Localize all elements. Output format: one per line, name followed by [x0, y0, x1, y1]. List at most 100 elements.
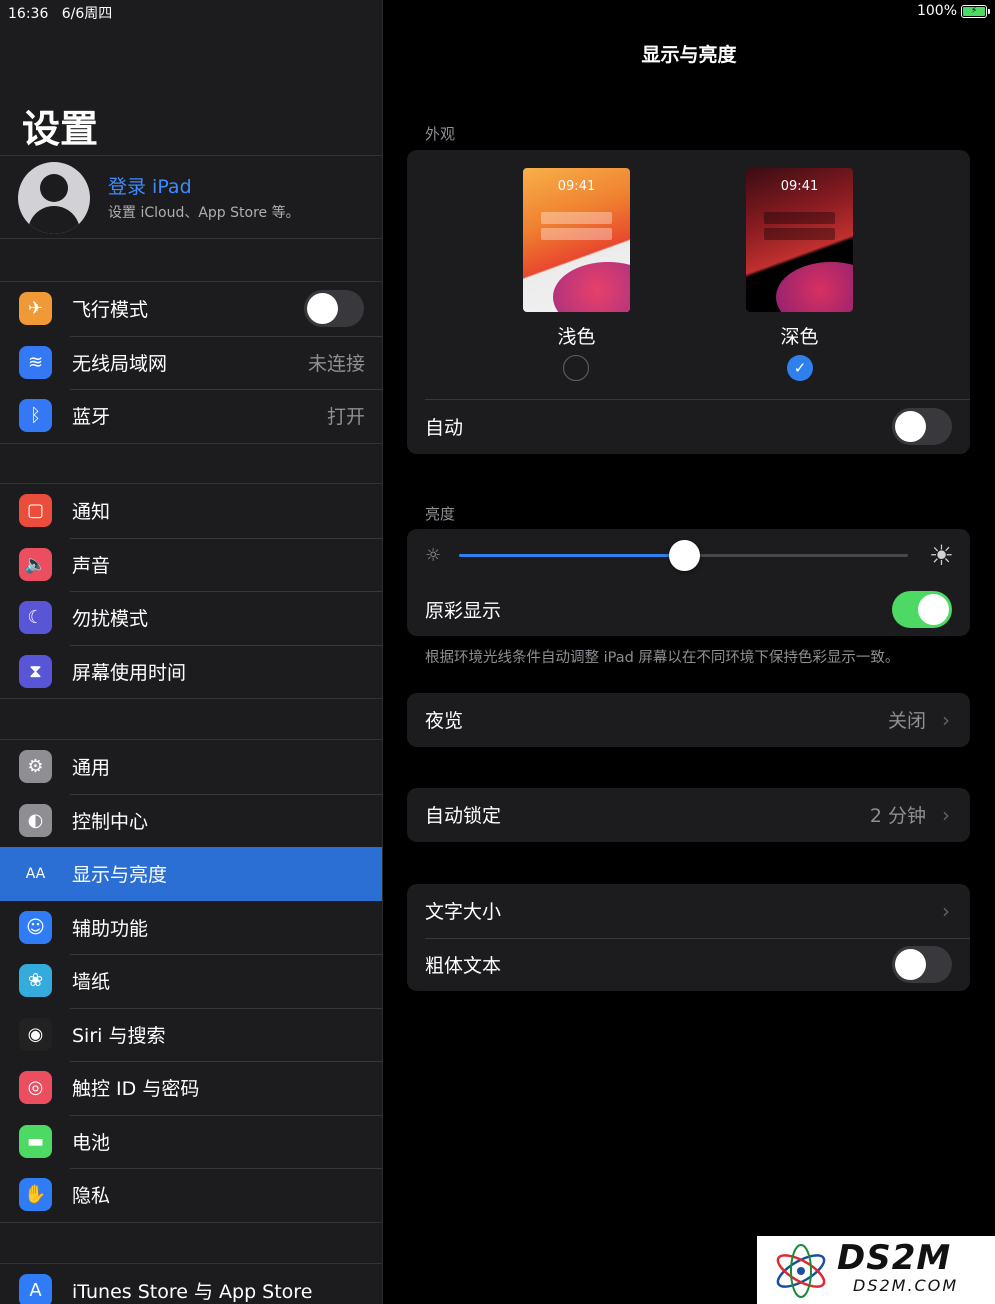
sidebar-item[interactable]: ✋ 隐私	[0, 1168, 382, 1222]
account-row[interactable]: 登录 iPad 设置 iCloud、App Store 等。	[0, 155, 382, 239]
atom-logo-icon	[776, 1244, 826, 1298]
settings-sidebar: 16:36 6/6周四 设置 登录 iPad 设置 iCloud、App Sto…	[0, 0, 383, 1304]
sidebar-item-label: 通用	[72, 757, 111, 780]
night-shift-card[interactable]: 夜览 关闭 ›	[407, 693, 970, 747]
light-preview-time: 09:41	[557, 179, 596, 194]
sidebar-item-label: 声音	[72, 554, 111, 577]
switches-icon: ◐	[19, 803, 52, 837]
wifi-icon: ≋	[19, 345, 52, 379]
night-shift-value: 关闭	[887, 710, 926, 733]
sidebar-item[interactable]: ⧗ 屏幕使用时间	[0, 644, 382, 699]
dark-radio-checked[interactable]: ✓	[787, 355, 813, 381]
true-tone-label: 原彩显示	[425, 599, 502, 622]
sun-small-icon: ☼	[425, 545, 442, 566]
chevron-right-icon: ›	[942, 898, 950, 923]
auto-lock-row[interactable]: 自动锁定 2 分钟 ›	[407, 788, 970, 842]
sidebar-item-label: 无线局域网	[72, 352, 168, 375]
sidebar-group-connectivity: ✈ 飞行模式 ≋ 无线局域网 未连接 ᛒ 蓝牙 打开	[0, 281, 382, 444]
sidebar-item-label: 电池	[72, 1131, 111, 1154]
sidebar-item-label: 飞行模式	[72, 299, 149, 322]
sidebar-title: 设置	[22, 107, 99, 151]
appearance-header: 外观	[425, 125, 456, 143]
night-shift-row[interactable]: 夜览 关闭 ›	[407, 693, 970, 747]
sidebar-item[interactable]: ☺ 辅助功能	[0, 901, 382, 955]
sidebar-item[interactable]: ᛒ 蓝牙 打开	[0, 389, 382, 443]
sound-icon: 🔈	[19, 547, 52, 581]
sidebar-item[interactable]: ◐ 控制中心	[0, 793, 382, 848]
bluetooth-icon: ᛒ	[19, 399, 52, 433]
brightness-header: 亮度	[425, 505, 456, 523]
airplane-mode-toggle[interactable]	[304, 290, 364, 328]
sidebar-item[interactable]: ⚙ 通用	[0, 740, 382, 794]
display-icon: AA	[19, 857, 52, 891]
sidebar-item-label: Siri 与搜索	[72, 1024, 166, 1047]
page-title: 显示与亮度	[641, 44, 737, 66]
sidebar-item-label: 蓝牙	[72, 406, 111, 429]
watermark-main: DS2M	[837, 1238, 952, 1278]
sidebar-item-label: 控制中心	[72, 810, 149, 833]
sidebar-item-label: 触控 ID 与密码	[72, 1078, 200, 1101]
sidebar-item[interactable]: ✈ 飞行模式	[0, 282, 382, 336]
sidebar-item[interactable]: 🔈 声音	[0, 537, 382, 592]
brightness-slider-row: ☼ ☀	[407, 529, 970, 583]
dark-preview[interactable]: 09:41	[746, 168, 853, 312]
chevron-right-icon: ›	[942, 707, 950, 732]
gear-icon: ⚙	[19, 750, 52, 784]
battery-percent: 100%	[916, 3, 957, 19]
appearance-card: 09:41 浅色 09:41 深色 ✓ 自动	[407, 150, 970, 454]
auto-label: 自动	[425, 417, 464, 440]
sidebar-item[interactable]: ◉ Siri 与搜索	[0, 1007, 382, 1062]
moon-icon: ☾	[19, 601, 52, 635]
dark-label: 深色	[780, 326, 819, 348]
account-name: 登录 iPad	[108, 176, 192, 198]
auto-appearance-row: 自动	[407, 400, 970, 454]
chevron-right-icon: ›	[942, 802, 950, 827]
auto-lock-label: 自动锁定	[425, 805, 502, 828]
auto-lock-card[interactable]: 自动锁定 2 分钟 ›	[407, 788, 970, 842]
sidebar-group-general: ⚙ 通用 ◐ 控制中心 AA 显示与亮度 ☺ 辅助功能 ❀ 墙纸 ◉ Siri 与搜索 ◎ 触控 ID 与…	[0, 739, 382, 1223]
sidebar-item[interactable]: ◎ 触控 ID 与密码	[0, 1061, 382, 1115]
watermark-sub: DS2M.COM	[853, 1276, 959, 1295]
sidebar-item[interactable]: AA 显示与亮度	[0, 847, 382, 901]
fingerprint-icon: ◎	[19, 1071, 52, 1105]
bold-text-label: 粗体文本	[425, 954, 502, 977]
status-bar-right: 100% ⚡	[916, 3, 990, 19]
hand-icon: ✋	[19, 1178, 52, 1212]
brightness-slider-knob[interactable]	[668, 540, 700, 571]
sidebar-item-label: 隐私	[72, 1185, 111, 1208]
app-store-icon: A	[19, 1274, 52, 1304]
sidebar-item[interactable]: AiTunes Store 与 App Store	[0, 1264, 382, 1304]
sidebar-item-label: 勿扰模式	[72, 608, 149, 631]
sidebar-item[interactable]: ❀ 墙纸	[0, 954, 382, 1008]
checkmark-icon: ✓	[793, 359, 807, 377]
true-tone-toggle[interactable]	[892, 590, 952, 628]
sidebar-item[interactable]: ▬ 电池	[0, 1114, 382, 1169]
auto-lock-value: 2 分钟	[869, 805, 926, 828]
sidebar-item[interactable]: ▢ 通知	[0, 484, 382, 538]
auto-toggle[interactable]	[892, 408, 952, 446]
status-bar-left: 16:36 6/6周四	[8, 3, 112, 23]
sidebar-group-notifications: ▢ 通知 🔈 声音 ☾ 勿扰模式 ⧗ 屏幕使用时间	[0, 483, 382, 699]
sidebar-item[interactable]: ☾ 勿扰模式	[0, 591, 382, 645]
status-date: 6/6周四	[61, 6, 113, 22]
bold-text-toggle[interactable]	[892, 945, 952, 983]
text-size-row[interactable]: 文字大小 ›	[407, 884, 970, 938]
sidebar-group-stores: AiTunes Store 与 App Store	[0, 1263, 382, 1304]
accessibility-icon: ☺	[19, 910, 52, 944]
light-radio[interactable]	[563, 355, 589, 381]
night-shift-label: 夜览	[425, 710, 464, 733]
airplane-icon: ✈	[19, 292, 52, 326]
text-size-label: 文字大小	[425, 901, 502, 924]
appearance-options: 09:41 浅色 09:41 深色 ✓	[407, 150, 970, 400]
sidebar-item-label: 墙纸	[72, 971, 111, 994]
light-preview[interactable]: 09:41	[523, 168, 630, 312]
sidebar-item[interactable]: ≋ 无线局域网 未连接	[0, 335, 382, 390]
notification-icon: ▢	[19, 494, 52, 528]
brightness-slider[interactable]	[459, 540, 908, 571]
status-time: 16:36	[8, 6, 49, 22]
dark-preview-time: 09:41	[780, 179, 819, 194]
sidebar-item-label: 通知	[72, 501, 111, 524]
hourglass-icon: ⧗	[19, 654, 52, 688]
brightness-card: ☼ ☀ 原彩显示	[407, 529, 970, 636]
sidebar-item-label: iTunes Store 与 App Store	[72, 1281, 313, 1304]
